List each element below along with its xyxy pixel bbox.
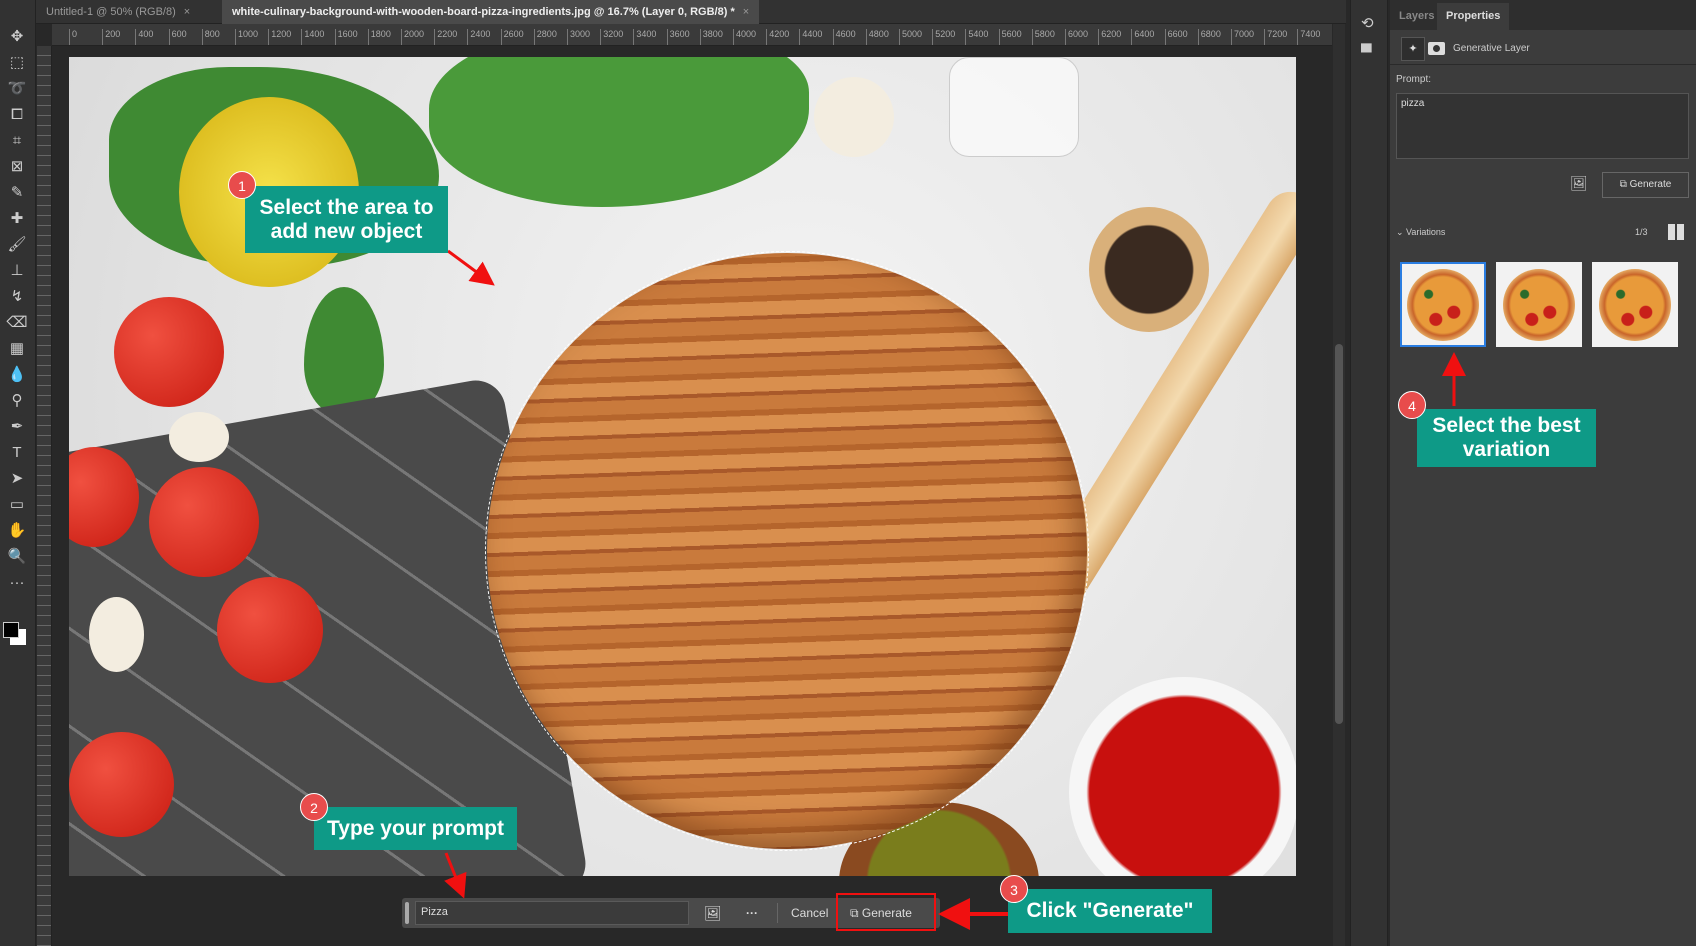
- step-badge-4: 4: [1398, 391, 1426, 419]
- arrow-1: [447, 249, 495, 286]
- step-badge-1: 1: [228, 171, 256, 199]
- step-badge-2: 2: [300, 793, 328, 821]
- callout-1: Select the area to add new object: [245, 186, 448, 253]
- callout-4: Select the best variation: [1417, 409, 1596, 467]
- step-badge-3: 3: [1000, 875, 1028, 903]
- annotation-arrows: [444, 249, 1466, 930]
- callout-3: Click "Generate": [1008, 889, 1212, 933]
- callout-2: Type your prompt: [314, 807, 517, 850]
- arrow-2: [444, 852, 467, 899]
